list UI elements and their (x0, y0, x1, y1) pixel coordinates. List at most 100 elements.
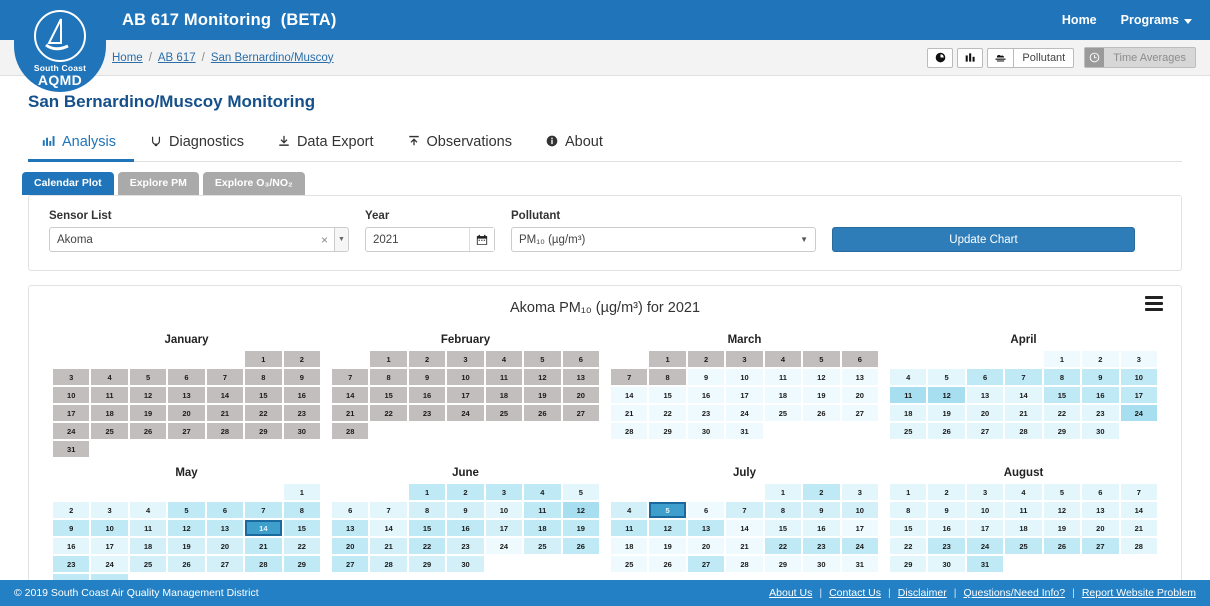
day-cell[interactable]: 31 (967, 556, 1003, 572)
day-cell[interactable]: 24 (447, 405, 483, 421)
day-cell[interactable]: 3 (53, 369, 89, 385)
day-cell[interactable]: 11 (486, 369, 522, 385)
day-cell[interactable]: 30 (928, 556, 964, 572)
day-cell[interactable]: 8 (1044, 369, 1080, 385)
day-cell[interactable]: 28 (726, 556, 762, 572)
day-cell[interactable]: 12 (1044, 502, 1080, 518)
day-cell[interactable]: 2 (284, 351, 320, 367)
day-cell[interactable]: 28 (245, 556, 281, 572)
day-cell[interactable]: 5 (563, 484, 599, 500)
day-cell[interactable]: 4 (890, 369, 926, 385)
day-cell[interactable]: 7 (370, 502, 406, 518)
day-cell[interactable]: 11 (1005, 502, 1041, 518)
day-cell[interactable]: 7 (207, 369, 243, 385)
day-cell[interactable]: 2 (928, 484, 964, 500)
day-cell[interactable]: 6 (332, 502, 368, 518)
day-cell[interactable]: 19 (563, 520, 599, 536)
day-cell[interactable]: 23 (447, 538, 483, 554)
day-cell[interactable]: 23 (803, 538, 839, 554)
day-cell[interactable]: 2 (409, 351, 445, 367)
clear-icon[interactable]: × (315, 233, 334, 247)
day-cell[interactable]: 22 (245, 405, 281, 421)
day-cell[interactable]: 26 (649, 556, 685, 572)
day-cell[interactable]: 28 (1005, 423, 1041, 439)
day-cell[interactable]: 23 (284, 405, 320, 421)
aqmd-logo[interactable]: South Coast AQMD (14, 0, 106, 92)
day-cell[interactable]: 2 (688, 351, 724, 367)
day-cell[interactable]: 20 (168, 405, 204, 421)
day-cell[interactable]: 11 (91, 387, 127, 403)
day-cell[interactable]: 3 (726, 351, 762, 367)
day-cell[interactable]: 8 (409, 502, 445, 518)
day-cell[interactable]: 13 (1082, 502, 1118, 518)
subtab-explore-o3-no2[interactable]: Explore O₃/NO₂ (203, 172, 305, 195)
tab-analysis[interactable]: Analysis (28, 126, 134, 162)
pollutant-select[interactable]: PM₁₀ (µg/m³) ▼ (511, 227, 816, 252)
day-cell[interactable]: 1 (409, 484, 445, 500)
day-cell[interactable]: 2 (53, 502, 89, 518)
day-cell[interactable]: 4 (524, 484, 560, 500)
subtab-explore-pm[interactable]: Explore PM (118, 172, 199, 195)
day-cell[interactable]: 4 (91, 369, 127, 385)
day-cell[interactable]: 26 (524, 405, 560, 421)
day-cell[interactable]: 18 (765, 387, 801, 403)
day-cell[interactable]: 13 (967, 387, 1003, 403)
day-cell[interactable]: 17 (842, 520, 878, 536)
day-cell[interactable]: 7 (726, 502, 762, 518)
day-cell[interactable]: 25 (1005, 538, 1041, 554)
breadcrumb-item-home[interactable]: Home (112, 52, 143, 64)
tab-about[interactable]: About (532, 126, 621, 162)
day-cell[interactable]: 16 (284, 387, 320, 403)
day-cell[interactable]: 15 (890, 520, 926, 536)
day-cell[interactable]: 12 (168, 520, 204, 536)
day-cell[interactable]: 15 (649, 387, 685, 403)
day-cell[interactable]: 27 (332, 556, 368, 572)
tab-diagnostics[interactable]: Diagnostics (136, 126, 262, 162)
day-cell[interactable]: 17 (1121, 387, 1157, 403)
day-cell[interactable]: 14 (207, 387, 243, 403)
day-cell[interactable]: 17 (447, 387, 483, 403)
subtab-calendar-plot[interactable]: Calendar Plot (22, 172, 114, 195)
nav-home[interactable]: Home (1062, 13, 1097, 27)
day-cell[interactable]: 26 (168, 556, 204, 572)
day-cell[interactable]: 10 (53, 387, 89, 403)
day-cell[interactable]: 31 (842, 556, 878, 572)
day-cell[interactable]: 18 (130, 538, 166, 554)
day-cell[interactable]: 19 (928, 405, 964, 421)
day-cell[interactable]: 3 (486, 484, 522, 500)
day-cell[interactable]: 30 (447, 556, 483, 572)
day-cell[interactable]: 3 (842, 484, 878, 500)
day-cell[interactable]: 5 (803, 351, 839, 367)
day-cell[interactable]: 14 (1121, 502, 1157, 518)
day-cell[interactable]: 12 (803, 369, 839, 385)
day-cell[interactable]: 4 (611, 502, 647, 518)
day-cell[interactable]: 29 (245, 423, 281, 439)
day-cell[interactable]: 14 (726, 520, 762, 536)
day-cell[interactable]: 8 (284, 502, 320, 518)
day-cell[interactable]: 5 (649, 502, 685, 518)
day-cell[interactable]: 12 (928, 387, 964, 403)
time-averages-button[interactable]: Time Averages (1084, 47, 1196, 68)
day-cell[interactable]: 22 (765, 538, 801, 554)
day-cell[interactable]: 15 (409, 520, 445, 536)
day-cell[interactable]: 17 (967, 520, 1003, 536)
day-cell[interactable]: 22 (1044, 405, 1080, 421)
day-cell[interactable]: 10 (91, 520, 127, 536)
day-cell[interactable]: 11 (524, 502, 560, 518)
day-cell[interactable]: 25 (130, 556, 166, 572)
day-cell[interactable]: 1 (245, 351, 281, 367)
day-cell[interactable]: 2 (803, 484, 839, 500)
day-cell[interactable]: 14 (332, 387, 368, 403)
day-cell[interactable]: 27 (207, 556, 243, 572)
day-cell[interactable]: 16 (688, 387, 724, 403)
day-cell[interactable]: 16 (409, 387, 445, 403)
day-cell[interactable]: 19 (803, 387, 839, 403)
day-cell[interactable]: 24 (91, 556, 127, 572)
day-cell[interactable]: 10 (447, 369, 483, 385)
day-cell[interactable]: 22 (649, 405, 685, 421)
day-cell[interactable]: 3 (91, 502, 127, 518)
day-cell[interactable]: 16 (803, 520, 839, 536)
day-cell[interactable]: 24 (967, 538, 1003, 554)
day-cell[interactable]: 18 (486, 387, 522, 403)
day-cell[interactable]: 27 (563, 405, 599, 421)
